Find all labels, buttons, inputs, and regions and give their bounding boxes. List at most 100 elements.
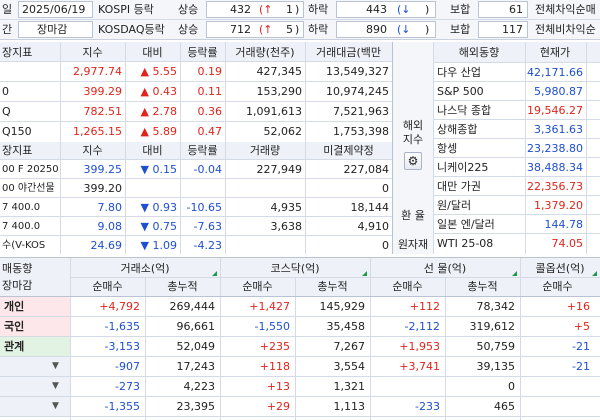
gear-icon: ⚙ bbox=[407, 154, 419, 168]
futures-row-change: ▼ 0.93 bbox=[140, 201, 177, 214]
investor-cell: -233 bbox=[415, 400, 440, 413]
session-value: 장마감 bbox=[37, 23, 68, 36]
kosdaq-up-limit: 5 bbox=[286, 23, 293, 36]
investor-cell: 52,049 bbox=[176, 340, 216, 353]
investor-cell: -1,550 bbox=[254, 320, 290, 333]
futures-row-oi: 18,144 bbox=[350, 201, 390, 214]
kosdaq-up-box: 712 (↑ 5 ) bbox=[206, 21, 304, 38]
investor-cell: +13 bbox=[266, 380, 290, 393]
world-row-name[interactable]: 대만 가권 bbox=[437, 177, 523, 196]
kospi-flat-label: 보합 bbox=[450, 3, 471, 16]
col-header-futures-volume: 거래량 bbox=[249, 144, 281, 157]
date-value: 2025/06/19 bbox=[22, 3, 86, 16]
investor-cell: 269,444 bbox=[169, 300, 216, 313]
dropdown-arrow-icon[interactable]: ▼ bbox=[52, 357, 66, 376]
investor-subheader: 순매수 bbox=[242, 280, 273, 293]
world-row-name[interactable]: 다우 산업 bbox=[437, 63, 523, 82]
col-header-futures-value: 지수 bbox=[82, 144, 103, 157]
index-row-name[interactable]: Q bbox=[2, 102, 58, 121]
futures-row-oi: 227,084 bbox=[343, 163, 390, 176]
futures-row-value: 399.25 bbox=[83, 163, 123, 176]
index-row-name[interactable]: Q150 bbox=[2, 122, 58, 141]
world-row-name[interactable]: 니케이225 bbox=[437, 158, 523, 177]
col-header-value: 지수 bbox=[82, 46, 103, 59]
futures-row-change: ▼ 0.15 bbox=[140, 163, 177, 176]
futures-row-oi: 0 bbox=[382, 182, 389, 195]
kospi-up-label: 상승 bbox=[178, 3, 199, 16]
index-row-volume: 153,290 bbox=[256, 85, 303, 98]
futures-row-value: 399.20 bbox=[83, 182, 123, 195]
investor-cell: 319,612 bbox=[469, 320, 516, 333]
futures-row-volume: 3,638 bbox=[270, 220, 303, 233]
world-row-name[interactable]: 상해종합 bbox=[437, 120, 523, 139]
corner-marker-icon bbox=[592, 271, 597, 276]
kospi-up-box: 432 (↑ 1 ) bbox=[206, 1, 304, 18]
investor-cell: +1,427 bbox=[249, 300, 290, 313]
investor-cell: +1,953 bbox=[399, 340, 440, 353]
date-field[interactable]: 2025/06/19 bbox=[18, 1, 93, 18]
top-left-label-1: 일 bbox=[2, 3, 13, 16]
index-row-value: 1,265.15 bbox=[73, 125, 122, 138]
investor-cell: +3,741 bbox=[399, 360, 440, 373]
index-row-amount: 7,521,963 bbox=[333, 105, 389, 118]
world-row-value: 3,361.63 bbox=[534, 123, 583, 136]
col-header-futures-oi: 미결제약정 bbox=[323, 144, 374, 157]
world-settings-button[interactable]: ⚙ bbox=[404, 152, 422, 170]
investor-cell: 1,113 bbox=[333, 400, 366, 413]
index-row-value: 2,977.74 bbox=[73, 65, 122, 78]
dropdown-arrow-icon[interactable]: ▼ bbox=[52, 377, 66, 396]
futures-row-name[interactable]: 00 F 202509 bbox=[2, 160, 59, 179]
investor-cell: 465 bbox=[494, 400, 515, 413]
investor-subheader: 순매수 bbox=[542, 280, 573, 293]
investor-cell: -1,635 bbox=[104, 320, 140, 333]
futures-row-name[interactable]: 00 야간선물 bbox=[2, 179, 59, 198]
futures-row-name[interactable]: 7 400.0 bbox=[2, 198, 59, 217]
investor-row-name: 국인 bbox=[4, 320, 25, 333]
col-header-futures-change: 대비 bbox=[142, 144, 163, 157]
futures-row-name[interactable]: 7 400.0 bbox=[2, 217, 59, 236]
index-row-change: ▲ 2.78 bbox=[140, 105, 177, 118]
futures-row-oi: 0 bbox=[382, 239, 389, 252]
kosdaq-nonarb-label: 전체비차익순 bbox=[535, 23, 596, 36]
world-row-name[interactable]: 항셍 bbox=[437, 139, 523, 158]
futures-row-volume: 4,935 bbox=[270, 201, 303, 214]
investor-cell: +16 bbox=[566, 300, 590, 313]
investor-cell: +29 bbox=[266, 400, 290, 413]
world-side-label-2: 지수 bbox=[402, 133, 424, 146]
world-row-name[interactable]: 나스닥 종합 bbox=[437, 101, 523, 120]
kospi-up-count: 432 bbox=[230, 3, 251, 16]
investor-subheader: 총누적 bbox=[467, 280, 498, 293]
kospi-down-box: 443 (↓ ) bbox=[336, 1, 436, 18]
col-header-futures-rate: 등락률 bbox=[187, 144, 218, 157]
kosdaq-flat-box: 117 bbox=[478, 21, 528, 38]
investor-cell: +5 bbox=[573, 320, 590, 333]
index-row-name[interactable]: 0 bbox=[2, 82, 58, 101]
session-field: 장마감 bbox=[18, 21, 93, 38]
world-row-name[interactable]: 일본 엔/달러 bbox=[437, 215, 523, 234]
investor-cell: 96,661 bbox=[176, 320, 216, 333]
investor-cell: 23,395 bbox=[176, 400, 216, 413]
world-row-name[interactable]: S&P 500 bbox=[437, 82, 523, 101]
kosdaq-down-label: 하락 bbox=[308, 23, 329, 36]
world-row-name[interactable]: 원/달러 bbox=[437, 196, 523, 215]
dropdown-arrow-icon[interactable]: ▼ bbox=[52, 397, 66, 416]
kospi-arb-label: 전체차익순매 bbox=[535, 3, 596, 16]
world-row-value: 1,379.20 bbox=[534, 199, 583, 212]
investor-cell: +118 bbox=[259, 360, 290, 373]
world-side-label-4: 원자재 bbox=[397, 238, 429, 251]
kospi-label: KOSPI 등락 bbox=[98, 3, 154, 16]
investor-subheader: 순매수 bbox=[392, 280, 423, 293]
futures-row-value: 24.69 bbox=[90, 239, 123, 252]
world-row-name[interactable]: WTI 25-08 bbox=[437, 234, 523, 253]
investor-cell: -1,355 bbox=[104, 400, 140, 413]
investor-cell: -21 bbox=[572, 360, 590, 373]
futures-row-name[interactable]: 수(V-KOS bbox=[2, 236, 59, 255]
investor-row-name: 개인 bbox=[4, 300, 25, 313]
index-row-change: ▲ 5.89 bbox=[140, 125, 177, 138]
futures-row-rate: -4.23 bbox=[193, 239, 222, 252]
world-row-value: 74.05 bbox=[551, 237, 584, 250]
kosdaq-down-box: 890 (↓ ) bbox=[336, 21, 436, 38]
investor-cell: -3,153 bbox=[104, 340, 140, 353]
kosdaq-up-label: 상승 bbox=[178, 23, 199, 36]
investor-cell: +4,792 bbox=[99, 300, 140, 313]
